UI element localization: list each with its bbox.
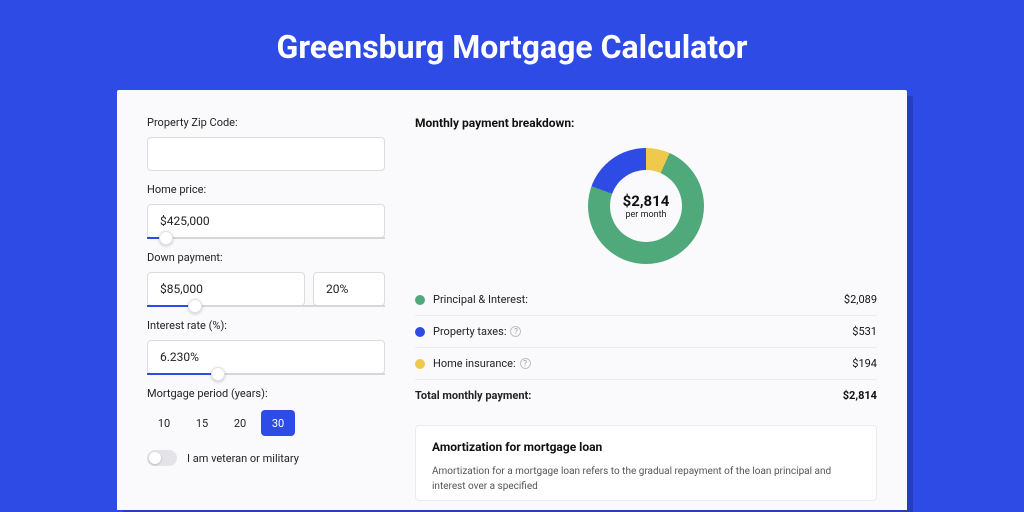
donut-chart: $2,814 per month (588, 148, 704, 264)
page-title: Greensburg Mortgage Calculator (0, 0, 1024, 90)
interest-field: Interest rate (%): (147, 319, 385, 375)
home-price-input[interactable] (147, 204, 385, 238)
down-payment-field: Down payment: (147, 251, 385, 307)
legend-amount: $531 (852, 325, 877, 338)
legend-total-amount: $2,814 (843, 389, 877, 402)
legend-row: Home insurance:?$194 (415, 347, 877, 379)
help-icon[interactable]: ? (510, 326, 521, 337)
legend-label: Principal & Interest: (433, 293, 844, 306)
calculator-card: Property Zip Code: Home price: Down paym… (117, 90, 907, 510)
amortization-card: Amortization for mortgage loan Amortizat… (415, 425, 877, 501)
interest-slider[interactable] (147, 373, 385, 375)
period-btn-20[interactable]: 20 (223, 410, 257, 436)
veteran-label: I am veteran or military (187, 452, 299, 465)
period-btn-15[interactable]: 15 (185, 410, 219, 436)
legend-amount: $194 (852, 357, 877, 370)
donut-center: $2,814 per month (610, 170, 682, 242)
legend-total-row: Total monthly payment:$2,814 (415, 379, 877, 411)
legend-label: Property taxes:? (433, 325, 852, 338)
down-payment-slider-thumb[interactable] (188, 299, 202, 313)
period-field: Mortgage period (years): 10152030 (147, 387, 385, 436)
legend-amount: $2,089 (844, 293, 877, 306)
amortization-title: Amortization for mortgage loan (432, 440, 860, 454)
legend-dot-icon (415, 327, 425, 337)
zip-input[interactable] (147, 137, 385, 171)
amortization-body: Amortization for a mortgage loan refers … (432, 464, 860, 494)
legend-row: Property taxes:?$531 (415, 315, 877, 347)
home-price-slider[interactable] (147, 237, 385, 239)
interest-slider-fill (147, 373, 218, 375)
period-btn-30[interactable]: 30 (261, 410, 295, 436)
donut-sub: per month (625, 210, 666, 220)
interest-slider-thumb[interactable] (211, 367, 225, 381)
period-label: Mortgage period (years): (147, 387, 385, 400)
legend-dot-icon (415, 359, 425, 369)
interest-label: Interest rate (%): (147, 319, 385, 332)
down-payment-input[interactable] (147, 272, 305, 306)
home-price-label: Home price: (147, 183, 385, 196)
legend-total-label: Total monthly payment: (415, 389, 843, 402)
down-payment-slider[interactable] (147, 305, 385, 307)
home-price-slider-thumb[interactable] (159, 231, 173, 245)
interest-input[interactable] (147, 340, 385, 374)
inputs-column: Property Zip Code: Home price: Down paym… (147, 116, 385, 510)
legend-row: Principal & Interest:$2,089 (415, 284, 877, 315)
breakdown-title: Monthly payment breakdown: (415, 116, 877, 130)
legend-label: Home insurance:? (433, 357, 852, 370)
help-icon[interactable]: ? (520, 358, 531, 369)
veteran-toggle[interactable] (147, 450, 177, 466)
period-btn-10[interactable]: 10 (147, 410, 181, 436)
legend: Principal & Interest:$2,089Property taxe… (415, 284, 877, 411)
zip-label: Property Zip Code: (147, 116, 385, 129)
home-price-field: Home price: (147, 183, 385, 239)
zip-field: Property Zip Code: (147, 116, 385, 171)
breakdown-column: Monthly payment breakdown: $2,814 per mo… (415, 116, 877, 510)
down-payment-pct-input[interactable] (313, 272, 385, 306)
period-options: 10152030 (147, 408, 385, 436)
veteran-row: I am veteran or military (147, 450, 385, 466)
donut-chart-wrap: $2,814 per month (415, 136, 877, 276)
down-payment-label: Down payment: (147, 251, 385, 264)
donut-value: $2,814 (623, 192, 670, 210)
legend-dot-icon (415, 295, 425, 305)
